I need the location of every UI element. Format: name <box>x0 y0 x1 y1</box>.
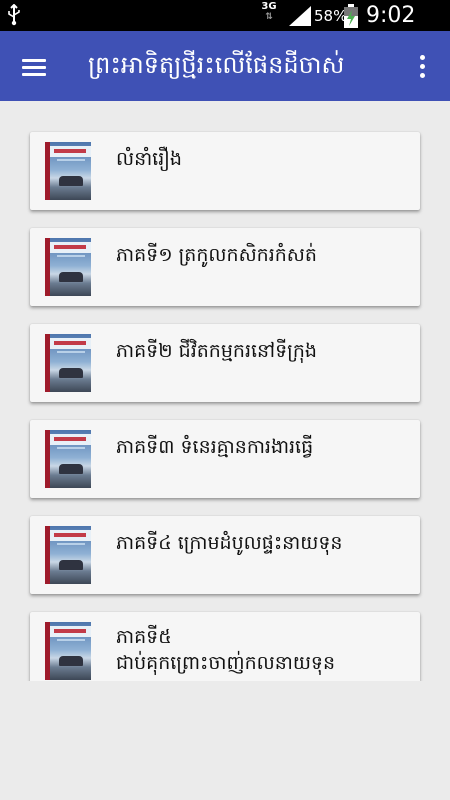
chapter-label: ភាគទី២ ជីវិតកម្មករនៅទីក្រុង <box>116 340 317 362</box>
chapter-label: ភាគទី១ ត្រកូលកសិករកំសត់ <box>116 244 317 266</box>
chapter-card[interactable]: លំនាំរឿង <box>30 132 420 210</box>
chapter-card[interactable]: ភាគទី១ ត្រកូលកសិករកំសត់ <box>30 228 420 306</box>
menu-button[interactable] <box>18 53 52 81</box>
hamburger-icon-bar <box>22 66 46 69</box>
chapter-label: លំនាំរឿង <box>116 148 182 170</box>
battery-percent: 58% <box>314 7 348 25</box>
data-arrows-icon: ⇅ <box>265 12 273 22</box>
signal-icon <box>289 6 311 26</box>
more-vert-icon <box>420 55 425 60</box>
app-title: ព្រះអាទិត្យថ្មីរះលើផែនដីចាស់ <box>88 51 345 79</box>
battery-charging-icon <box>344 4 358 28</box>
chapter-card[interactable]: ភាគទី២ ជីវិតកម្មករនៅទីក្រុង <box>30 324 420 402</box>
network-indicator: 3G ⇅ <box>259 1 279 23</box>
status-bar: 3G ⇅ 58% 9:02 PM <box>0 0 450 56</box>
chapter-list: លំនាំរឿង ភាគទី១ ត្រកូលកសិករកំសត់ ភាគទី២ … <box>0 101 450 681</box>
book-cover-thumbnail <box>45 526 91 584</box>
book-cover-thumbnail <box>45 238 91 296</box>
book-cover-thumbnail <box>45 430 91 488</box>
chapter-card[interactable]: ភាគទី៤ ក្រោមដំបូលផ្ទះនាយទុន <box>30 516 420 594</box>
chapter-label: ភាគទី៣ ទំនេរគ្មានការងារធ្វើ <box>116 436 314 458</box>
more-vert-icon-dot <box>420 73 425 78</box>
chapter-card[interactable]: ភាគទី៣ ទំនេរគ្មានការងារធ្វើ <box>30 420 420 498</box>
book-cover-thumbnail <box>45 142 91 200</box>
chapter-label: ភាគទី៤ ក្រោមដំបូលផ្ទះនាយទុន <box>116 532 343 554</box>
more-vert-icon-dot <box>420 64 425 69</box>
overflow-menu-button[interactable] <box>408 51 436 83</box>
app-bar: ព្រះអាទិត្យថ្មីរះលើផែនដីចាស់ <box>0 31 450 101</box>
network-type: 3G <box>261 1 277 12</box>
hamburger-icon <box>22 59 46 62</box>
chapter-card[interactable]: ភាគទី៥ ជាប់គុកព្រោះចាញ់កលនាយទុន <box>30 612 420 681</box>
book-cover-thumbnail <box>45 622 91 680</box>
chapter-label: ភាគទី៥ ជាប់គុកព្រោះចាញ់កលនាយទុន <box>116 626 336 674</box>
usb-icon <box>8 4 20 26</box>
book-cover-thumbnail <box>45 334 91 392</box>
hamburger-icon-bar <box>22 73 46 76</box>
